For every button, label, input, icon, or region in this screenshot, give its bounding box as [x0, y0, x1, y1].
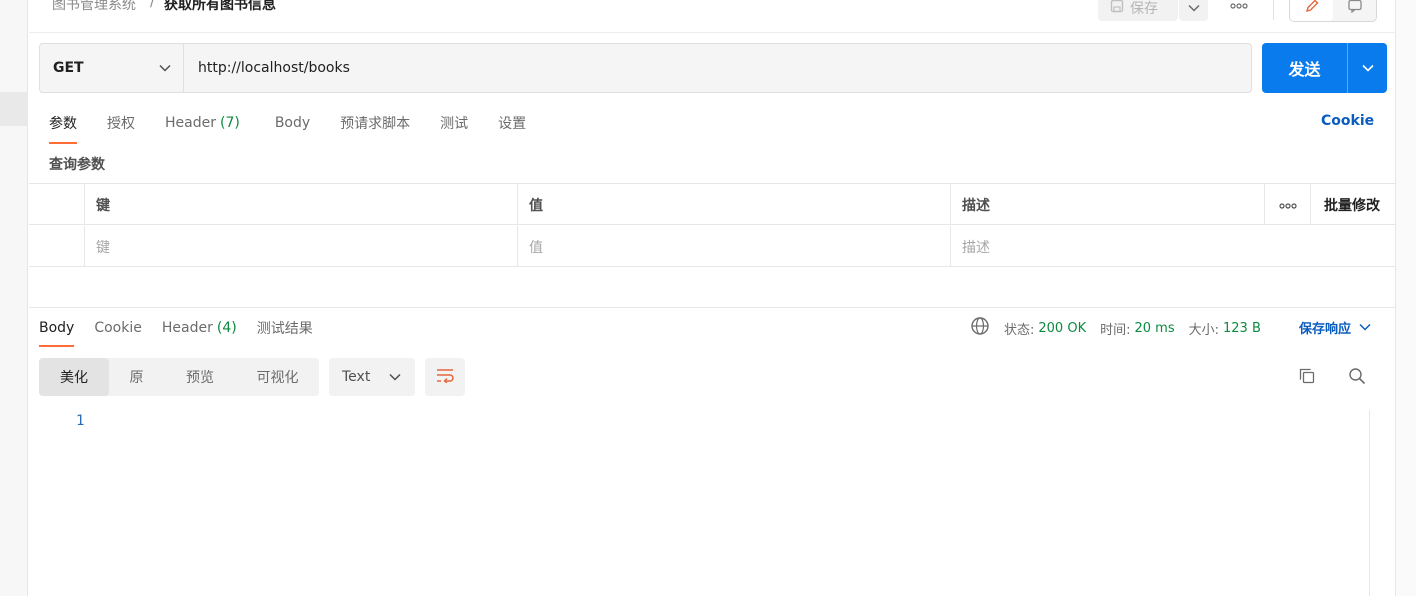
- url-input[interactable]: http://localhost/books: [184, 44, 1251, 92]
- http-method-value: GET: [53, 60, 84, 76]
- tab-label: 测试结果: [256, 321, 313, 337]
- chevron-down-icon: [1187, 0, 1200, 16]
- comment-icon: [1347, 0, 1363, 18]
- save-button[interactable]: 保存: [1098, 0, 1178, 21]
- wrap-text-icon: [435, 367, 455, 387]
- request-tabs: 参数 授权 Header (7) Body 预请求脚本 测试 设置: [49, 106, 556, 144]
- search-button[interactable]: [1344, 366, 1370, 390]
- copy-button[interactable]: [1294, 366, 1320, 390]
- sidebar-strip: [0, 0, 28, 596]
- tab-response-headers[interactable]: Header (4): [162, 314, 237, 342]
- status-value[interactable]: 200 OK: [1038, 321, 1086, 336]
- tab-tests[interactable]: 测试: [440, 106, 468, 140]
- response-body-editor[interactable]: [29, 410, 1370, 596]
- param-description-input[interactable]: 描述: [950, 226, 1396, 267]
- param-value-input[interactable]: 值: [517, 226, 950, 267]
- tab-count-badge: (7): [219, 115, 240, 131]
- chevron-down-icon: [389, 369, 401, 385]
- language-value: Text: [342, 369, 371, 385]
- toolbar-divider: [1273, 0, 1274, 20]
- tab-label: Header: [161, 320, 213, 336]
- comments-mode-button[interactable]: [1333, 0, 1376, 21]
- tab-label: 预请求脚本: [340, 116, 411, 132]
- editor-scrollbar[interactable]: [1369, 410, 1370, 596]
- globe-icon[interactable]: [970, 316, 990, 340]
- save-label: 保存: [1130, 0, 1158, 17]
- column-header-value: 值: [517, 184, 950, 225]
- tab-label: 设置: [498, 116, 527, 132]
- tab-label: Header: [165, 115, 216, 131]
- line-number: 1: [76, 413, 85, 429]
- view-mode-toggle[interactable]: [1289, 0, 1377, 22]
- query-params-table: 键 值 描述 批量修改 键 值 描述: [29, 183, 1396, 267]
- right-panel-strip: [1396, 0, 1416, 596]
- more-horizontal-icon: [1230, 0, 1248, 13]
- tab-label: Cookie: [94, 320, 142, 336]
- tab-headers[interactable]: Header (7): [165, 106, 240, 140]
- http-method-select[interactable]: GET: [40, 44, 184, 92]
- time-label: 时间:: [1100, 322, 1131, 338]
- wrap-lines-button[interactable]: [425, 358, 465, 396]
- time-value[interactable]: 20 ms: [1134, 321, 1174, 336]
- edit-mode-button[interactable]: [1290, 0, 1333, 21]
- size-label: 大小:: [1188, 322, 1219, 338]
- save-response-button[interactable]: 保存响应: [1299, 318, 1371, 337]
- tab-response-cookies[interactable]: Cookie: [94, 314, 142, 342]
- param-key-input[interactable]: 键: [84, 226, 517, 267]
- send-button[interactable]: 发送: [1262, 43, 1387, 93]
- send-label: 发送: [1288, 60, 1321, 79]
- response-tabs: Body Cookie Header (4) 测试结果: [39, 314, 333, 348]
- table-row: 键 值 描述: [29, 226, 1396, 267]
- more-horizontal-icon: [1278, 197, 1297, 213]
- body-format-toggle: 美化 原 预览 可视化: [39, 358, 319, 396]
- response-language-select[interactable]: Text: [329, 358, 415, 396]
- chevron-down-icon: [1359, 320, 1371, 335]
- send-options-button[interactable]: [1347, 43, 1387, 93]
- tab-label: 参数: [49, 116, 77, 132]
- format-visualize-button[interactable]: 可视化: [236, 358, 319, 396]
- breadcrumb-separator: /: [150, 0, 155, 10]
- search-icon: [1348, 367, 1366, 389]
- tab-label: Body: [274, 115, 311, 131]
- table-header-row: 键 值 描述 批量修改: [29, 184, 1396, 225]
- query-params-title: 查询参数: [49, 157, 105, 173]
- save-response-label: 保存响应: [1299, 322, 1352, 337]
- format-raw-button[interactable]: 原: [109, 358, 164, 396]
- chevron-down-icon: [159, 60, 171, 76]
- tab-test-results[interactable]: 测试结果: [257, 314, 313, 342]
- tab-authorization[interactable]: 授权: [107, 106, 135, 140]
- column-header-description: 描述: [950, 184, 1264, 225]
- more-actions-button[interactable]: [1226, 0, 1252, 16]
- url-bar: GET http://localhost/books: [39, 43, 1252, 93]
- tab-response-body[interactable]: Body: [39, 314, 75, 347]
- save-icon: [1110, 0, 1124, 17]
- breadcrumb-collection[interactable]: 图书管理系统: [52, 0, 136, 14]
- column-options-button[interactable]: [1264, 184, 1310, 225]
- response-divider[interactable]: [29, 307, 1396, 308]
- tab-settings[interactable]: 设置: [498, 106, 526, 140]
- tab-pre-request-script[interactable]: 预请求脚本: [340, 106, 410, 140]
- bulk-edit-button[interactable]: 批量修改: [1310, 184, 1396, 225]
- pencil-icon: [1304, 0, 1320, 18]
- cookies-link[interactable]: Cookie: [1321, 113, 1374, 129]
- response-meta: 状态: 200 OK 时间: 20 ms 大小: 123 B: [970, 317, 1261, 339]
- chevron-down-icon: [1361, 60, 1374, 76]
- breadcrumb-request-name[interactable]: 获取所有图书信息: [164, 0, 276, 14]
- tab-body[interactable]: Body: [275, 106, 310, 140]
- tab-label: 授权: [107, 116, 135, 132]
- column-header-key: 键: [84, 184, 517, 225]
- tab-label: Body: [39, 320, 75, 336]
- tab-params[interactable]: 参数: [49, 106, 77, 144]
- tab-count-badge: (4): [216, 320, 237, 336]
- size-value[interactable]: 123 B: [1223, 321, 1261, 336]
- save-options-button[interactable]: [1179, 0, 1208, 21]
- format-pretty-button[interactable]: 美化: [39, 358, 109, 396]
- status-label: 状态:: [1004, 322, 1035, 338]
- copy-icon: [1298, 367, 1316, 389]
- sidebar-selected-item[interactable]: [0, 92, 28, 126]
- format-preview-button[interactable]: 预览: [164, 358, 236, 396]
- tab-label: 测试: [440, 116, 469, 132]
